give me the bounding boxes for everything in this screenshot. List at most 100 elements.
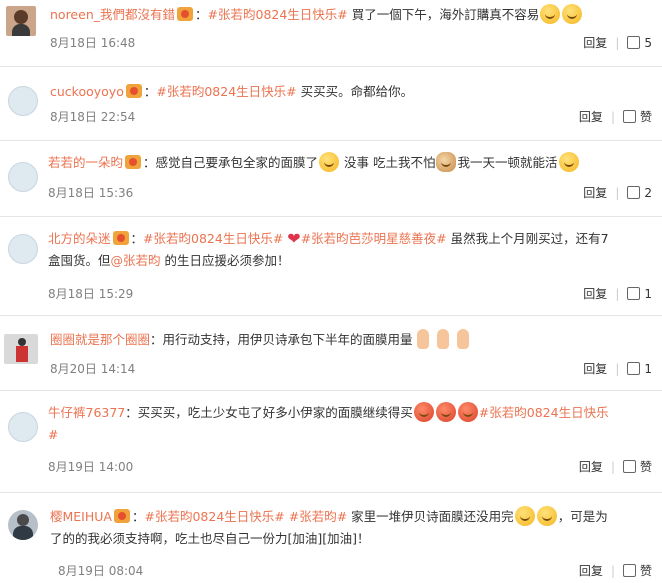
topic-link[interactable]: #张若昀0824生日快乐# (145, 509, 285, 524)
timestamp: 8月18日 15:36 (48, 186, 134, 200)
topic-link[interactable]: #张若昀芭莎明星慈善夜# (301, 231, 447, 246)
username-link[interactable]: noreen_我們都沒有錯 (50, 7, 175, 22)
avatar[interactable] (6, 6, 36, 36)
cry-laugh-emoji-icon (540, 4, 561, 24)
divider (0, 140, 662, 141)
cry-laugh-emoji-icon (319, 152, 340, 172)
divider (0, 315, 662, 316)
vip-badge-icon (112, 231, 129, 245)
laugh-emoji-icon (558, 152, 579, 172)
comment-actions: 回复 | 2 (583, 184, 652, 201)
mention-link[interactable]: @张若昀 (111, 253, 161, 268)
like-count[interactable]: 1 (644, 287, 652, 301)
avatar[interactable] (8, 510, 38, 540)
divider: | (615, 287, 620, 301)
timestamp: 8月20日 14:14 (50, 362, 136, 376)
divider: | (610, 564, 615, 578)
reply-button[interactable]: 回复 (583, 362, 607, 376)
comment-actions: 回复 | 1 (583, 285, 652, 302)
avatar[interactable] (8, 162, 38, 192)
thumbs-up-icon[interactable] (627, 362, 641, 375)
comment-body: 我一天一顿就能活 (457, 155, 558, 170)
comment-text: 圈圈就是那个圈圈：用行动支持，用伊贝诗承包下半年的面膜用量 (50, 329, 473, 351)
comment-body: 的生日应援必须参加！ (160, 253, 290, 268)
divider (0, 492, 662, 493)
reply-button[interactable]: 回复 (579, 110, 603, 124)
avatar[interactable] (8, 412, 38, 442)
reply-button[interactable]: 回复 (583, 287, 607, 301)
comment-actions: 回复 | 赞 (579, 458, 652, 475)
cry-laugh-emoji-icon (514, 506, 535, 526)
topic-link[interactable]: #张若昀# (289, 509, 347, 524)
topic-link[interactable]: #张若昀0824生日快乐# (156, 84, 296, 99)
like-count[interactable]: 2 (644, 186, 652, 200)
thumbs-up-icon[interactable] (622, 460, 636, 473)
username-link[interactable]: 牛仔裤76377 (48, 405, 125, 420)
thumbs-up-icon[interactable] (627, 36, 641, 49)
reply-button[interactable]: 回复 (579, 564, 603, 578)
reply-button[interactable]: 回复 (583, 186, 607, 200)
username-link[interactable]: 北方的朵迷 (48, 231, 111, 246)
comment-body: 買了一個下午，海外訂購真不容易 (347, 7, 540, 22)
thumbs-up-icon[interactable] (627, 287, 641, 300)
comment-body: 了的的我必须支持啊，吃土也尽自己一份力[加油][加油]！ (50, 531, 370, 546)
comment-actions: 回复 | 1 (583, 360, 652, 377)
clap-emoji-icon (416, 329, 429, 349)
comment-actions: 回复 | 5 (583, 34, 652, 51)
timestamp: 8月18日 15:29 (48, 287, 134, 301)
comment-text: cuckooyoyo ：#张若昀0824生日快乐# 买买买。命都给你。 (50, 84, 414, 99)
like-count[interactable]: 赞 (640, 564, 652, 578)
comment-text: 北方的朵迷 ：#张若昀0824生日快乐# ❤#张若昀芭莎明星慈善夜# 虽然我上个月… (48, 229, 609, 268)
like-count[interactable]: 赞 (640, 110, 652, 124)
username-link[interactable]: 圈圈就是那个圈圈 (50, 332, 150, 347)
cry-laugh-emoji-icon (536, 506, 557, 526)
topic-link[interactable]: #张若昀0824生日快乐# (208, 7, 348, 22)
vip-badge-icon (125, 84, 142, 98)
avatar[interactable] (4, 334, 38, 364)
divider (0, 390, 662, 391)
vip-badge-icon (125, 155, 142, 169)
timestamp: 8月18日 16:48 (50, 36, 136, 50)
comment-body: 家里一堆伊贝诗面膜还没用完 (347, 509, 514, 524)
comment-actions: 回复 | 赞 (579, 562, 652, 579)
doge-emoji-icon (436, 152, 457, 172)
clap-emoji-icon (456, 329, 469, 349)
thumbs-up-icon[interactable] (622, 564, 636, 577)
comment-body: ，可是为 (557, 509, 608, 524)
angry-emoji-icon (435, 402, 456, 422)
avatar[interactable] (8, 86, 38, 116)
username-link[interactable]: 樱MEIHUA (50, 509, 112, 524)
reply-button[interactable]: 回复 (583, 36, 607, 50)
vip-badge-icon (113, 509, 130, 523)
comment-body: ：买买买，吃土少女屯了好多小伊家的面膜继续得买 (125, 405, 413, 420)
topic-link[interactable]: #张若昀0824生日快乐 (479, 405, 609, 420)
comment-body: 虽然我上个月刚买过，还有7 (446, 231, 609, 246)
topic-link[interactable]: #张若昀0824生日快乐# (143, 231, 283, 246)
comment-body: 没事 吃土我不怕 (340, 155, 436, 170)
comment-body: ：感觉自己要承包全家的面膜了 (143, 155, 319, 170)
timestamp: 8月19日 08:04 (58, 564, 144, 578)
avatar[interactable] (8, 234, 38, 264)
timestamp: 8月18日 22:54 (50, 110, 136, 124)
reply-button[interactable]: 回复 (579, 460, 603, 474)
divider (0, 216, 662, 217)
divider (0, 66, 662, 67)
username-link[interactable]: 若若的一朵昀 (48, 155, 123, 170)
username-link[interactable]: cuckooyoyo (50, 84, 124, 99)
like-count[interactable]: 赞 (640, 460, 652, 474)
angry-emoji-icon (457, 402, 478, 422)
like-count[interactable]: 5 (644, 36, 652, 50)
thumbs-up-icon[interactable] (622, 110, 636, 123)
topic-link[interactable]: # (48, 427, 58, 442)
comment-text: 牛仔裤76377：买买买，吃土少女屯了好多小伊家的面膜继续得买 #张若昀0824生… (48, 402, 660, 446)
divider: | (610, 110, 615, 124)
divider: | (615, 36, 620, 50)
comment-body: ：用行动支持，用伊贝诗承包下半年的面膜用量 (150, 332, 413, 347)
comment-actions: 回复 | 赞 (579, 108, 652, 125)
clap-emoji-icon (436, 329, 449, 349)
timestamp: 8月19日 14:00 (48, 460, 134, 474)
like-count[interactable]: 1 (644, 362, 652, 376)
divider: | (615, 362, 620, 376)
divider: | (610, 460, 615, 474)
thumbs-up-icon[interactable] (627, 186, 641, 199)
